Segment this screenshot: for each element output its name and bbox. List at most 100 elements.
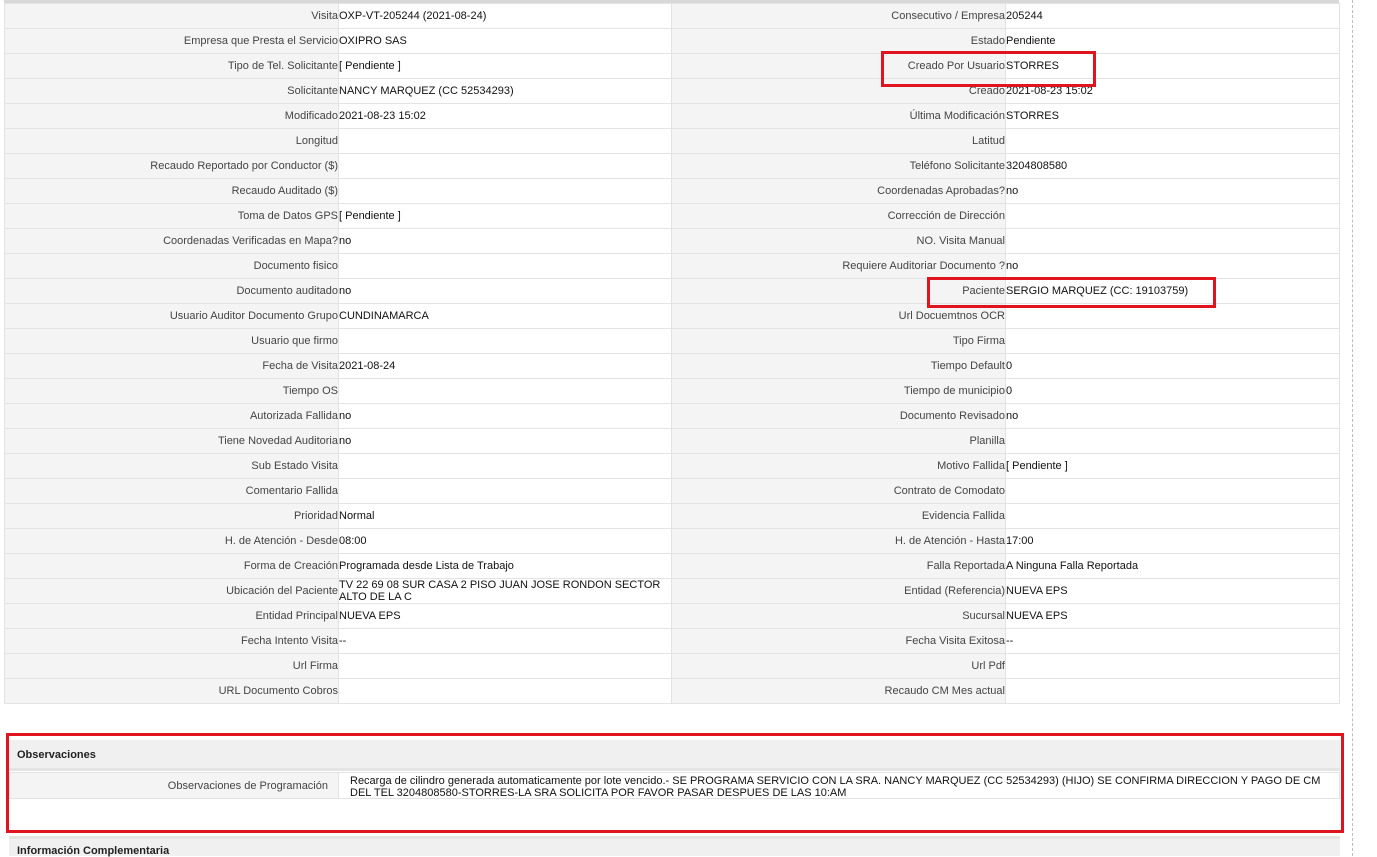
field-value: OXP-VT-205244 (2021-08-24) bbox=[338, 3, 672, 29]
field-value: A Ninguna Falla Reportada bbox=[1005, 553, 1340, 579]
field-label: Documento Revisado bbox=[671, 403, 1006, 429]
field-label: Motivo Fallida bbox=[671, 453, 1006, 479]
field-value: 0 bbox=[1005, 353, 1340, 379]
field-label: Recaudo Auditado ($) bbox=[4, 178, 339, 204]
field-label: Recaudo CM Mes actual bbox=[671, 678, 1006, 704]
field-value bbox=[1005, 503, 1340, 529]
table-row: H. de Atención - Desde 08:00 H. de Atenció… bbox=[4, 528, 1340, 554]
field-value: no bbox=[338, 403, 672, 429]
field-value bbox=[1005, 128, 1340, 154]
table-row: Url Firma Url Pdf bbox=[4, 653, 1340, 679]
field-value bbox=[338, 178, 672, 204]
field-label: Toma de Datos GPS bbox=[4, 203, 339, 229]
table-row: Tiene Novedad Auditoria no Planilla bbox=[4, 428, 1340, 454]
field-label: Tipo de Tel. Solicitante bbox=[4, 53, 339, 79]
field-value: OXIPRO SAS bbox=[338, 28, 672, 54]
field-value bbox=[338, 453, 672, 479]
field-label: Fecha Intento Visita bbox=[4, 628, 339, 654]
field-label: NO. Visita Manual bbox=[671, 228, 1006, 254]
field-value: 0 bbox=[1005, 378, 1340, 404]
field-value: -- bbox=[1005, 628, 1340, 654]
field-value: [ Pendiente ] bbox=[1005, 453, 1340, 479]
field-label: Prioridad bbox=[4, 503, 339, 529]
field-value: no bbox=[1005, 178, 1340, 204]
field-value bbox=[338, 128, 672, 154]
table-row: Toma de Datos GPS[ Pendiente ] Corrección… bbox=[4, 203, 1340, 229]
field-label: Longitud bbox=[4, 128, 339, 154]
field-value: NUEVA EPS bbox=[338, 603, 672, 629]
table-row: URL Documento Cobros Recaudo CM Mes actua… bbox=[4, 678, 1340, 704]
field-value bbox=[338, 253, 672, 279]
table-row: Longitud Latitud bbox=[4, 128, 1340, 154]
field-label: Comentario Fallida bbox=[4, 478, 339, 504]
field-value: [ Pendiente ] bbox=[338, 203, 672, 229]
field-value: no bbox=[338, 278, 672, 304]
info-complementaria-title: Información Complementaria bbox=[17, 845, 170, 857]
table-row: Forma de Creación Programada desde Lista … bbox=[4, 553, 1340, 579]
field-label: Falla Reportada bbox=[671, 553, 1006, 579]
field-label: Modificado bbox=[4, 103, 339, 129]
field-value bbox=[338, 378, 672, 404]
field-value bbox=[338, 678, 672, 704]
field-label: Empresa que Presta el Servicio bbox=[4, 28, 339, 54]
field-label: Url Firma bbox=[4, 653, 339, 679]
field-value bbox=[338, 653, 672, 679]
field-label: Contrato de Comodato bbox=[671, 478, 1006, 504]
field-label: H. de Atención - Desde bbox=[4, 528, 339, 554]
field-label: Tiempo Default bbox=[671, 353, 1006, 379]
table-row: Fecha de Visita 2021-08-24 Tiempo Default… bbox=[4, 353, 1340, 379]
field-label: Teléfono Solicitante bbox=[671, 153, 1006, 179]
field-value bbox=[1005, 328, 1340, 354]
table-row: Prioridad Normal Evidencia Fallida bbox=[4, 503, 1340, 529]
table-row: Ubicación del Paciente TV 22 69 08 SUR CA… bbox=[4, 578, 1340, 604]
field-value: -- bbox=[338, 628, 672, 654]
field-value: Programada desde Lista de Trabajo bbox=[338, 553, 672, 579]
field-value: NUEVA EPS bbox=[1005, 578, 1340, 604]
field-label: Estado bbox=[671, 28, 1006, 54]
highlight-creado-por-usuario bbox=[881, 51, 1096, 87]
field-label: Tiempo OS bbox=[4, 378, 339, 404]
field-label: URL Documento Cobros bbox=[4, 678, 339, 704]
table-row: Autorizada Fallida no Documento Revisado n… bbox=[4, 403, 1340, 429]
field-label: Entidad Principal bbox=[4, 603, 339, 629]
field-value: NANCY MARQUEZ (CC 52534293) bbox=[338, 78, 672, 104]
table-row: Coordenadas Verificadas en Mapa? no NO. V… bbox=[4, 228, 1340, 254]
field-value: no bbox=[1005, 403, 1340, 429]
field-label: Última Modificación bbox=[671, 103, 1006, 129]
table-row: Usuario que firmo Tipo Firma bbox=[4, 328, 1340, 354]
field-value bbox=[1005, 678, 1340, 704]
field-label: Tiempo de municipio bbox=[671, 378, 1006, 404]
field-label: Planilla bbox=[671, 428, 1006, 454]
field-value: no bbox=[1005, 253, 1340, 279]
field-label: Url Pdf bbox=[671, 653, 1006, 679]
field-value bbox=[1005, 478, 1340, 504]
field-value bbox=[338, 153, 672, 179]
table-row: Solicitante NANCY MARQUEZ (CC 52534293) Cr… bbox=[4, 78, 1340, 104]
field-label: Coordenadas Verificadas en Mapa? bbox=[4, 228, 339, 254]
table-row: Empresa que Presta el Servicio OXIPRO SAS… bbox=[4, 28, 1340, 54]
table-row: Visita OXP-VT-205244 (2021-08-24) Consecut… bbox=[4, 3, 1340, 29]
field-label: Fecha Visita Exitosa bbox=[671, 628, 1006, 654]
field-value: NUEVA EPS bbox=[1005, 603, 1340, 629]
dashed-divider bbox=[1352, 0, 1353, 856]
field-value: no bbox=[338, 228, 672, 254]
field-value: 2021-08-23 15:02 bbox=[338, 103, 672, 129]
table-row: Documento fisico Requiere Auditoriar Docu… bbox=[4, 253, 1340, 279]
field-value bbox=[1005, 203, 1340, 229]
field-label: Recaudo Reportado por Conductor ($) bbox=[4, 153, 339, 179]
field-label: Latitud bbox=[671, 128, 1006, 154]
field-label: Documento fisico bbox=[4, 253, 339, 279]
table-row: Entidad Principal NUEVA EPS Sucursal NUEVA … bbox=[4, 603, 1340, 629]
field-value: 2021-08-24 bbox=[338, 353, 672, 379]
field-value: TV 22 69 08 SUR CASA 2 PISO JUAN JOSE RO… bbox=[338, 578, 672, 604]
field-label: Sucursal bbox=[671, 603, 1006, 629]
field-label: Fecha de Visita bbox=[4, 353, 339, 379]
field-label: Entidad (Referencia) bbox=[671, 578, 1006, 604]
table-row: Comentario Fallida Contrato de Comodato bbox=[4, 478, 1340, 504]
field-label: Usuario que firmo bbox=[4, 328, 339, 354]
table-row: Recaudo Reportado por Conductor ($) Teléf… bbox=[4, 153, 1340, 179]
field-label: Solicitante bbox=[4, 78, 339, 104]
field-label: H. de Atención - Hasta bbox=[671, 528, 1006, 554]
field-value: 3204808580 bbox=[1005, 153, 1340, 179]
field-value: 17:00 bbox=[1005, 528, 1340, 554]
